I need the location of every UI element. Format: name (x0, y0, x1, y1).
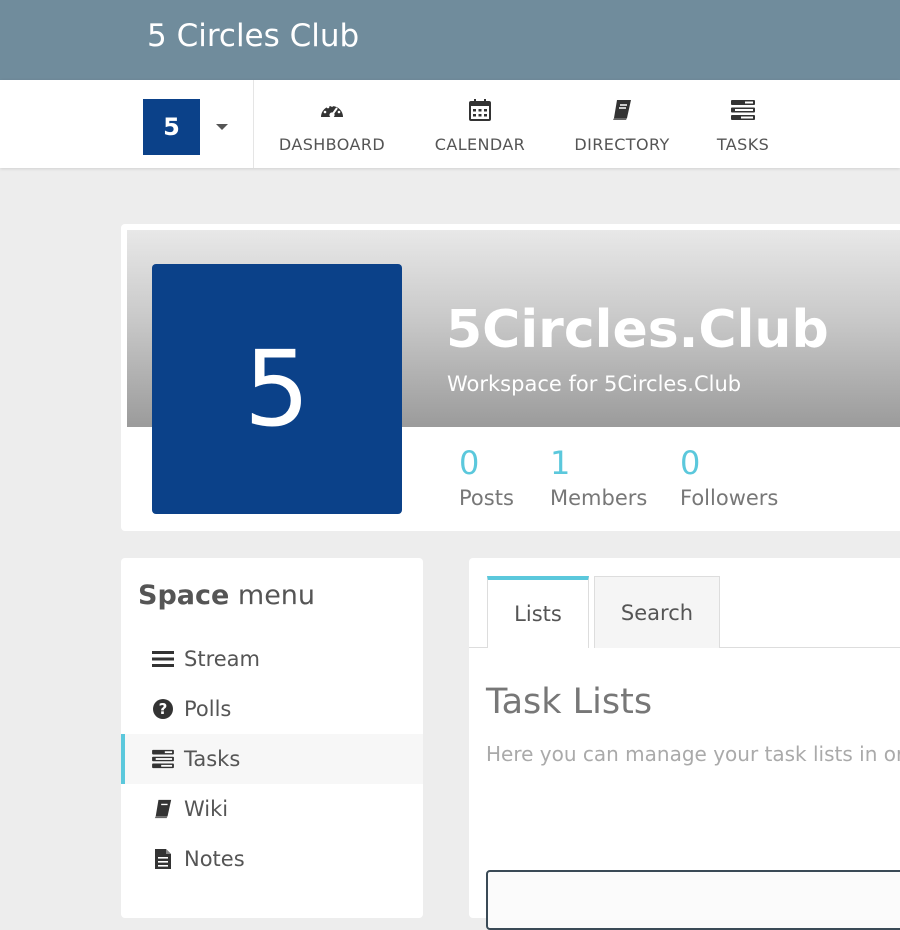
tab-divider (469, 647, 487, 648)
stat-members[interactable]: 1 Members (550, 444, 647, 510)
space-profile-card: 5 5Circles.Club Workspace for 5Circles.C… (121, 224, 900, 531)
space-menu-heading: Space menu (138, 580, 315, 611)
stat-followers-label: Followers (680, 486, 779, 510)
menu-item-tasks[interactable]: Tasks (121, 734, 423, 784)
tab-lists[interactable]: Lists (487, 576, 589, 648)
tab-search-label: Search (620, 600, 694, 625)
nav-dashboard-label: DASHBOARD (278, 135, 386, 154)
tab-divider (719, 647, 900, 648)
nav-directory[interactable]: DIRECTORY (570, 94, 674, 158)
nav-tasks-label: TASKS (716, 135, 770, 154)
nav-tasks[interactable]: TASKS (712, 94, 774, 158)
stat-posts-count: 0 (459, 444, 480, 482)
question-circle-icon: ? (151, 698, 175, 720)
space-description: Workspace for 5Circles.Club (447, 372, 742, 396)
bars-icon (151, 650, 175, 668)
stat-members-count: 1 (550, 444, 571, 482)
stat-posts-label: Posts (459, 486, 514, 510)
file-text-icon (151, 848, 175, 870)
tasks-icon (151, 749, 175, 769)
nav-bar: 5 DASHBOARD CALENDAR DIRECTORY TASKS (0, 80, 900, 168)
nav-divider (253, 80, 254, 168)
menu-item-label: Wiki (184, 797, 229, 821)
page-description: Here you can manage your task lists in o… (486, 742, 900, 766)
tasks-panel: Lists Search Task Lists Here you can man… (469, 558, 900, 930)
menu-item-polls[interactable]: ? Polls (121, 684, 423, 734)
task-list-input[interactable] (486, 870, 900, 930)
chevron-down-icon[interactable] (216, 124, 228, 130)
book-icon (151, 798, 175, 820)
stat-members-label: Members (550, 486, 648, 510)
nav-calendar-label: CALENDAR (434, 135, 526, 154)
app-title[interactable]: 5 Circles Club (147, 18, 359, 54)
space-chooser-avatar[interactable]: 5 (143, 99, 200, 155)
space-menu: Space menu Stream ? Polls Tasks Wiki Not… (121, 558, 423, 918)
space-menu-heading-bold: Space (138, 580, 230, 611)
menu-item-label: Tasks (184, 747, 241, 771)
nav-calendar[interactable]: CALENDAR (430, 94, 530, 158)
space-avatar[interactable]: 5 (152, 264, 402, 514)
page-title: Task Lists (486, 682, 653, 722)
tab-search[interactable]: Search (594, 576, 720, 648)
tab-lists-label: Lists (514, 602, 562, 626)
space-chooser[interactable]: 5 (143, 99, 253, 155)
dashboard-icon (276, 94, 388, 126)
menu-item-label: Notes (184, 847, 245, 871)
menu-item-stream[interactable]: Stream (121, 634, 423, 684)
stat-followers-count: 0 (680, 444, 701, 482)
space-name: 5Circles.Club (446, 300, 829, 360)
nav-directory-label: DIRECTORY (574, 135, 670, 154)
space-menu-heading-rest: menu (229, 580, 316, 611)
book-icon (570, 94, 674, 126)
menu-item-wiki[interactable]: Wiki (121, 784, 423, 834)
menu-item-label: Stream (184, 647, 260, 671)
calendar-icon (430, 94, 530, 126)
nav-dashboard[interactable]: DASHBOARD (276, 94, 388, 158)
tasks-icon (712, 94, 774, 126)
stat-followers[interactable]: 0 Followers (680, 444, 778, 510)
menu-item-notes[interactable]: Notes (121, 834, 423, 884)
menu-item-label: Polls (184, 697, 232, 721)
top-bar: 5 Circles Club (0, 0, 900, 80)
stat-posts[interactable]: 0 Posts (459, 444, 514, 510)
svg-text:?: ? (159, 700, 168, 718)
